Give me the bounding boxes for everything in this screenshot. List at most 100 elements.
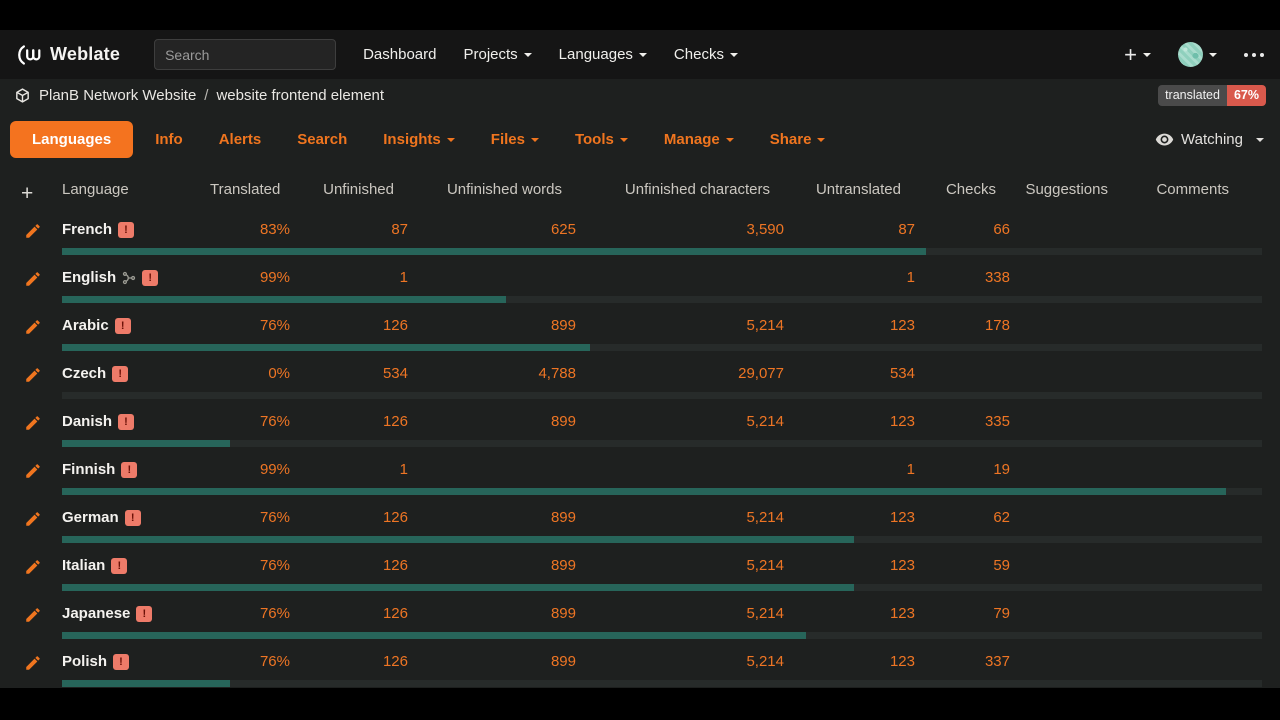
tab-files[interactable]: Files bbox=[491, 131, 539, 148]
chevron-down-icon bbox=[817, 138, 825, 142]
alert-badge[interactable]: ! bbox=[113, 654, 129, 670]
cell-unfinished-characters: 5,214 bbox=[576, 315, 784, 337]
cell-comments bbox=[1122, 315, 1243, 337]
alert-badge[interactable]: ! bbox=[118, 414, 134, 430]
cell-translated: 76% bbox=[210, 411, 290, 433]
nav-checks[interactable]: Checks bbox=[674, 46, 738, 63]
alert-badge[interactable]: ! bbox=[142, 270, 158, 286]
table-row[interactable]: English!99%11338 bbox=[0, 259, 1280, 307]
language-link[interactable]: Danish bbox=[62, 411, 112, 433]
breadcrumb-separator: / bbox=[204, 87, 208, 104]
progress-bar bbox=[62, 536, 1262, 543]
cell-unfinished-characters: 29,077 bbox=[576, 363, 784, 385]
tab-insights[interactable]: Insights bbox=[383, 131, 455, 148]
cell-unfinished-words: 899 bbox=[408, 507, 576, 529]
search-input[interactable] bbox=[154, 39, 336, 70]
watching-menu[interactable]: Watching bbox=[1155, 130, 1264, 149]
cell-translated: 76% bbox=[210, 507, 290, 529]
tab-languages[interactable]: Languages bbox=[10, 121, 133, 158]
alert-badge[interactable]: ! bbox=[125, 510, 141, 526]
cell-checks: 66 bbox=[915, 219, 1010, 241]
language-link[interactable]: Finnish bbox=[62, 459, 115, 481]
language-cell: Polish! bbox=[62, 651, 210, 673]
edit-pencil-icon[interactable] bbox=[24, 462, 42, 485]
table-row[interactable]: Danish!76%1268995,214123335 bbox=[0, 403, 1280, 451]
top-navbar: Weblate Dashboard Projects Languages Che… bbox=[0, 30, 1280, 79]
table-row[interactable]: German!76%1268995,21412362 bbox=[0, 499, 1280, 547]
language-link[interactable]: Japanese bbox=[62, 603, 130, 625]
table-row[interactable]: Polish!76%1268995,214123337 bbox=[0, 643, 1280, 688]
table-body: French!83%876253,5908766English!99%11338… bbox=[0, 211, 1280, 688]
chevron-down-icon bbox=[620, 138, 628, 142]
cell-translated: 0% bbox=[210, 363, 290, 385]
add-menu-button[interactable]: + bbox=[1124, 44, 1151, 66]
column-header-comments: Comments bbox=[1122, 181, 1243, 198]
cell-checks: 62 bbox=[915, 507, 1010, 529]
nav-projects[interactable]: Projects bbox=[463, 46, 531, 63]
language-link[interactable]: French bbox=[62, 219, 112, 241]
weblate-home-link[interactable]: Weblate bbox=[16, 43, 120, 67]
table-row[interactable]: Japanese!76%1268995,21412379 bbox=[0, 595, 1280, 643]
cell-checks: 337 bbox=[915, 651, 1010, 673]
progress-bar-fill bbox=[62, 488, 1226, 495]
cell-translated: 76% bbox=[210, 315, 290, 337]
nav-dashboard[interactable]: Dashboard bbox=[363, 46, 436, 63]
breadcrumb: PlanB Network Website / website frontend… bbox=[0, 79, 1280, 112]
edit-pencil-icon[interactable] bbox=[24, 510, 42, 533]
cell-unfinished-words: 899 bbox=[408, 603, 576, 625]
watching-label: Watching bbox=[1181, 131, 1243, 148]
alert-badge[interactable]: ! bbox=[112, 366, 128, 382]
progress-bar-fill bbox=[62, 440, 230, 447]
language-link[interactable]: German bbox=[62, 507, 119, 529]
progress-bar bbox=[62, 488, 1262, 495]
cell-comments bbox=[1122, 507, 1243, 529]
edit-pencil-icon[interactable] bbox=[24, 558, 42, 581]
edit-pencil-icon[interactable] bbox=[24, 606, 42, 629]
edit-pencil-icon[interactable] bbox=[24, 318, 42, 341]
edit-pencil-icon[interactable] bbox=[24, 270, 42, 293]
cell-checks bbox=[915, 363, 1010, 385]
tab-share[interactable]: Share bbox=[770, 131, 826, 148]
tab-search[interactable]: Search bbox=[297, 131, 347, 148]
breadcrumb-project[interactable]: PlanB Network Website bbox=[39, 87, 196, 104]
more-menu-button[interactable] bbox=[1244, 53, 1264, 57]
tab-alerts[interactable]: Alerts bbox=[219, 131, 262, 148]
cell-suggestions bbox=[1010, 363, 1122, 385]
cell-unfinished: 534 bbox=[290, 363, 408, 385]
language-cell: French! bbox=[62, 219, 210, 241]
alert-badge[interactable]: ! bbox=[115, 318, 131, 334]
progress-bar bbox=[62, 344, 1262, 351]
table-row[interactable]: French!83%876253,5908766 bbox=[0, 211, 1280, 259]
tabs: Languages Info Alerts Search Insights Files To… bbox=[10, 121, 825, 158]
edit-pencil-icon[interactable] bbox=[24, 222, 42, 245]
language-link[interactable]: English bbox=[62, 267, 116, 289]
cell-checks: 79 bbox=[915, 603, 1010, 625]
table-row[interactable]: Italian!76%1268995,21412359 bbox=[0, 547, 1280, 595]
tab-manage[interactable]: Manage bbox=[664, 131, 734, 148]
cell-suggestions bbox=[1010, 315, 1122, 337]
alert-badge[interactable]: ! bbox=[136, 606, 152, 622]
table-row[interactable]: Czech!0%5344,78829,077534 bbox=[0, 355, 1280, 403]
alert-badge[interactable]: ! bbox=[121, 462, 137, 478]
cell-unfinished: 87 bbox=[290, 219, 408, 241]
language-link[interactable]: Arabic bbox=[62, 315, 109, 337]
project-icon bbox=[14, 87, 31, 104]
tab-info[interactable]: Info bbox=[155, 131, 183, 148]
table-row[interactable]: Finnish!99%1119 bbox=[0, 451, 1280, 499]
breadcrumb-component[interactable]: website frontend element bbox=[216, 87, 384, 104]
language-link[interactable]: Czech bbox=[62, 363, 106, 385]
column-header-translated: Translated bbox=[210, 181, 290, 198]
edit-pencil-icon[interactable] bbox=[24, 414, 42, 437]
user-menu-button[interactable] bbox=[1178, 42, 1217, 67]
alert-badge[interactable]: ! bbox=[118, 222, 134, 238]
edit-pencil-icon[interactable] bbox=[24, 654, 42, 677]
language-link[interactable]: Polish bbox=[62, 651, 107, 673]
add-language-button[interactable]: + bbox=[21, 181, 33, 207]
edit-pencil-icon[interactable] bbox=[24, 366, 42, 389]
nav-languages[interactable]: Languages bbox=[559, 46, 647, 63]
language-link[interactable]: Italian bbox=[62, 555, 105, 577]
table-row[interactable]: Arabic!76%1268995,214123178 bbox=[0, 307, 1280, 355]
tab-tools[interactable]: Tools bbox=[575, 131, 628, 148]
alert-badge[interactable]: ! bbox=[111, 558, 127, 574]
cell-untranslated: 1 bbox=[784, 267, 915, 289]
